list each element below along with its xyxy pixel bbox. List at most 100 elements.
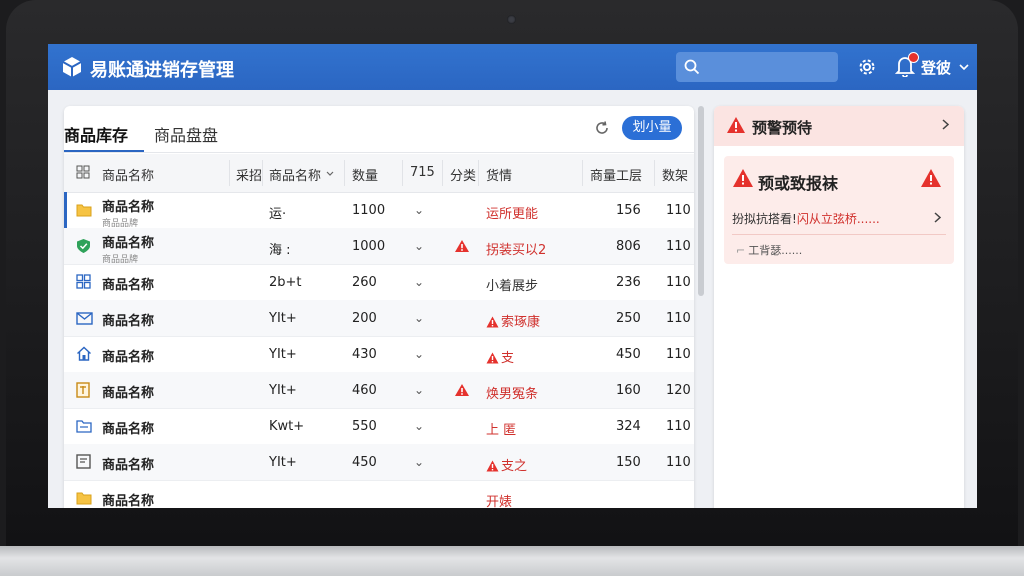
table-row[interactable]: 商品名称 YIt+ 200 ⌄ 索琢康 250 110 <box>64 300 694 337</box>
warning-icon <box>486 459 501 474</box>
shield-icon <box>76 238 91 258</box>
product-cost: 250 <box>616 311 641 326</box>
product-status-text: 拐装买以2 <box>486 243 547 258</box>
table-row[interactable]: 商品名称 商品品牌 运· 1100 ⌄ 运所更能 156 110 <box>64 192 694 229</box>
product-quantity: 260 <box>352 275 377 290</box>
product-status: 运所更能 <box>486 203 538 222</box>
row-dropdown-icon[interactable]: ⌄ <box>414 347 424 361</box>
user-name[interactable]: 登彼 <box>921 57 951 78</box>
product-status: 支 <box>486 347 514 366</box>
row-dropdown-icon[interactable]: ⌄ <box>414 239 424 253</box>
table-row[interactable]: 商品名称 YIt+ 460 ⌄ 焕男冤条 160 120 <box>64 372 694 409</box>
row-dropdown-icon[interactable]: ⌄ <box>414 203 424 217</box>
column-header-stock[interactable]: 数架 <box>662 165 688 184</box>
product-cost: 324 <box>616 419 641 434</box>
folder-outline-icon <box>76 418 92 437</box>
column-header-status[interactable]: 货情 <box>486 165 512 184</box>
warning-icon <box>454 383 470 401</box>
alert-item[interactable]: 扮拟抗搭看!闪从立弦桥...... <box>732 210 880 227</box>
pin-icon: ⌐ <box>736 244 746 257</box>
tab-divider <box>64 152 694 153</box>
grid-icon <box>76 165 90 179</box>
alert-panel-title: 预警预待 <box>752 119 813 137</box>
product-stock: 110 <box>666 311 691 326</box>
row-dropdown-icon[interactable]: ⌄ <box>414 383 424 397</box>
product-quantity: 1000 <box>352 239 386 254</box>
refresh-icon[interactable] <box>594 120 610 136</box>
product-status: 支之 <box>486 455 527 474</box>
warning-icon <box>486 351 501 366</box>
table-row[interactable]: 商品名称 开婊 <box>64 480 694 508</box>
alert-item-secondary[interactable]: ⌐ 工背瑟...... <box>736 242 802 258</box>
row-dropdown-icon[interactable]: ⌄ <box>414 275 424 289</box>
product-spec: 运· <box>269 207 287 222</box>
table-header: 商品名称 采招 商品名称 数量 715 分类 货情 商量工层 数架 <box>64 154 694 193</box>
product-name: 商品名称 <box>102 278 155 293</box>
product-status-text: 运所更能 <box>486 207 539 222</box>
scrollbar[interactable] <box>698 106 704 296</box>
column-header-category[interactable]: 分类 <box>450 165 476 184</box>
product-cost: 806 <box>616 239 641 254</box>
table-row[interactable]: 商品名称 2b+t 260 ⌄ 小着展步 236 110 <box>64 264 694 301</box>
chevron-right-icon[interactable] <box>942 119 949 130</box>
product-spec: YIt+ <box>269 383 297 398</box>
warning-icon <box>921 169 941 187</box>
product-name: 商品名称 <box>102 458 155 473</box>
note-icon <box>76 382 90 402</box>
chevron-right-icon[interactable] <box>934 212 941 223</box>
tab-inventory[interactable]: 商品库存 <box>64 122 128 146</box>
product-cost: 160 <box>616 383 641 398</box>
column-header-unit[interactable]: 715 <box>410 165 435 180</box>
gear-icon[interactable] <box>856 56 878 78</box>
table-row[interactable]: 商品名称 YIt+ 450 ⌄ 支之 150 110 <box>64 444 694 481</box>
alert-item-prefix: 扮拟抗搭看! <box>732 212 797 226</box>
product-status-text: 支之 <box>501 459 528 474</box>
logo-icon <box>62 57 82 77</box>
column-header-cost[interactable]: 商量工层 <box>590 165 642 184</box>
column-header-qty[interactable]: 数量 <box>352 165 378 184</box>
primary-action-button[interactable]: 划小量 <box>622 116 682 140</box>
product-quantity: 460 <box>352 383 377 398</box>
product-spec: 2b+t <box>269 275 302 290</box>
product-stock: 110 <box>666 347 691 362</box>
folder-icon <box>76 490 92 508</box>
table-row[interactable]: 商品名称 Kwt+ 550 ⌄ 上 匿 324 110 <box>64 408 694 445</box>
alert-panel-header[interactable]: 预警预待 <box>714 106 964 146</box>
top-bar: 易账通进销存管理 登彼 <box>48 44 977 90</box>
warning-icon <box>733 169 753 187</box>
product-cost: 450 <box>616 347 641 362</box>
product-status-text: 支 <box>501 351 515 366</box>
row-dropdown-icon[interactable]: ⌄ <box>414 311 424 325</box>
product-quantity: 1100 <box>352 203 386 218</box>
row-dropdown-icon[interactable]: ⌄ <box>414 419 424 433</box>
product-status: 上 匿 <box>486 419 516 438</box>
product-spec: 海 : <box>269 243 291 258</box>
column-header-name[interactable]: 商品名称 <box>102 165 154 184</box>
app-screen: 易账通进销存管理 登彼 商品库存 商品盘盘 划小量 商品名称 采招 商品名称 数… <box>48 44 977 508</box>
product-status-text: 小着展步 <box>486 279 539 294</box>
row-dropdown-icon[interactable]: ⌄ <box>414 455 424 469</box>
alert-panel: 预警预待 预或致报袜 扮拟抗搭看!闪从立弦桥...... ⌐ 工背瑟...... <box>714 106 964 508</box>
table-row[interactable]: 商品名称 YIt+ 430 ⌄ 支 450 110 <box>64 336 694 373</box>
search-input[interactable] <box>676 52 838 82</box>
column-header-name-2[interactable]: 商品名称 <box>269 165 321 184</box>
home-icon <box>76 346 92 365</box>
product-stock: 110 <box>666 203 691 218</box>
product-status-text: 焕男冤条 <box>486 387 539 402</box>
column-header-code[interactable]: 采招 <box>236 165 262 184</box>
tab-stocktake[interactable]: 商品盘盘 <box>154 122 218 146</box>
product-name: 商品名称 <box>102 200 155 215</box>
chevron-down-icon[interactable] <box>959 64 969 70</box>
notification-badge <box>908 52 919 63</box>
box-icon <box>76 454 91 473</box>
product-name: 商品名称 <box>102 422 155 437</box>
product-cost: 236 <box>616 275 641 290</box>
chevron-down-icon[interactable] <box>326 171 334 176</box>
product-status: 小着展步 <box>486 275 538 294</box>
product-status: 开婊 <box>486 491 512 508</box>
table-row[interactable]: 商品名称 商品品牌海 :1000 ⌄ 拐装买以2 806 110 <box>64 228 694 265</box>
column-separator <box>442 160 443 186</box>
product-name: 商品名称 <box>102 386 155 401</box>
column-separator <box>344 160 345 186</box>
product-name: 商品名称 <box>102 314 155 329</box>
